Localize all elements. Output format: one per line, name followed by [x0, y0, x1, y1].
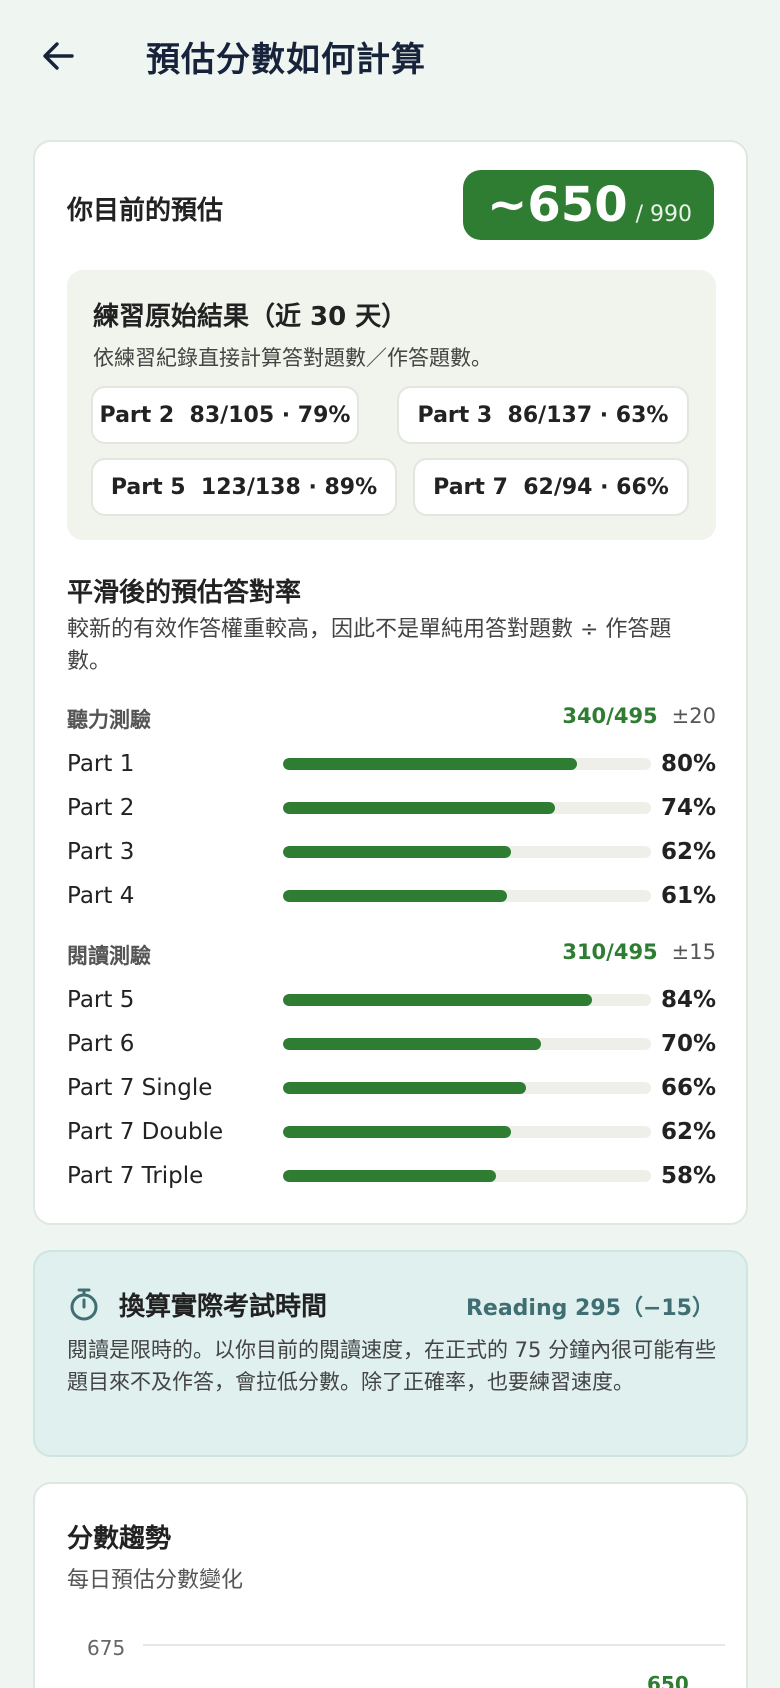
stopwatch-icon [70, 1288, 98, 1321]
raw-results-subtitle: 依練習紀錄直接計算答對題數／作答題數。 [93, 346, 492, 370]
header: 預估分數如何計算 [0, 0, 780, 118]
listening-row: Part 2 74% [67, 792, 716, 824]
bar-track [283, 1038, 651, 1050]
bar-label: Part 5 [67, 987, 135, 1013]
timing-card: 換算實際考試時間 Reading 295（−15） 閱讀是限時的。以你目前的閱讀… [33, 1250, 748, 1457]
bar-fill [283, 846, 512, 858]
bar-label: Part 7 Triple [67, 1163, 204, 1189]
reading-row: Part 6 70% [67, 1028, 716, 1060]
bar-track [283, 890, 651, 902]
bar-fill [283, 994, 593, 1006]
trend-card: 分數趨勢 每日預估分數變化 675 650 [33, 1482, 748, 1688]
smoothed-title: 平滑後的預估答對率 [67, 578, 302, 608]
bar-percent: 70% [660, 1031, 716, 1057]
listening-row: Part 4 61% [67, 880, 716, 912]
bar-percent: 74% [660, 795, 716, 821]
bar-label: Part 2 [67, 795, 135, 821]
listening-header: 聽力測驗 340/495 ±20 [67, 704, 716, 734]
bar-percent: 58% [660, 1163, 716, 1189]
raw-results-title: 練習原始結果（近 30 天） [93, 302, 408, 332]
arrow-left-icon [43, 42, 74, 70]
score-value: ~650 [487, 177, 628, 233]
bar-label: Part 7 Single [67, 1075, 213, 1101]
back-button[interactable] [36, 34, 80, 78]
bar-track [283, 802, 651, 814]
bar-percent: 62% [660, 839, 716, 865]
bar-percent: 61% [660, 883, 716, 909]
reading-score: 310/495 [562, 940, 658, 964]
listening-row: Part 1 80% [67, 748, 716, 780]
reading-row: Part 7 Single 66% [67, 1072, 716, 1104]
bar-label: Part 3 [67, 839, 135, 865]
raw-chip-part7: Part 7 62/94 · 66% [413, 458, 689, 516]
trend-title: 分數趨勢 [67, 1524, 172, 1554]
bar-percent: 80% [660, 751, 716, 777]
bar-label: Part 7 Double [67, 1119, 224, 1145]
bar-track [283, 758, 651, 770]
bar-label: Part 1 [67, 751, 135, 777]
listening-name: 聽力測驗 [67, 708, 151, 732]
bar-percent: 62% [660, 1119, 716, 1145]
listening-row: Part 3 62% [67, 836, 716, 868]
raw-chip-part5: Part 5 123/138 · 89% [91, 458, 397, 516]
page-title: 預估分數如何計算 [146, 40, 426, 80]
raw-results-box: 練習原始結果（近 30 天） 依練習紀錄直接計算答對題數／作答題數。 Part … [67, 270, 716, 540]
listening-margin: ±20 [671, 704, 716, 728]
trend-subtitle: 每日預估分數變化 [67, 1568, 244, 1593]
listening-score: 340/495 [562, 704, 658, 728]
reading-row: Part 7 Double 62% [67, 1116, 716, 1148]
reading-name: 閱讀測驗 [67, 944, 151, 968]
reading-header: 閱讀測驗 310/495 ±15 [67, 940, 716, 970]
estimate-label: 你目前的預估 [67, 196, 224, 226]
trend-y-tick: 675 [87, 1636, 126, 1660]
bar-label: Part 4 [67, 883, 135, 909]
estimate-card: 你目前的預估 ~650 / 990 練習原始結果（近 30 天） 依練習紀錄直接… [33, 140, 748, 1225]
bar-fill [283, 1126, 512, 1138]
bar-fill [283, 1082, 526, 1094]
trend-last-value: 650 [647, 1672, 689, 1688]
bar-percent: 66% [660, 1075, 716, 1101]
timing-body: 閱讀是限時的。以你目前的閱讀速度，在正式的 75 分鐘內很可能有些題目來不及作答… [67, 1338, 717, 1394]
reading-row: Part 5 84% [67, 984, 716, 1016]
raw-chip-part2: Part 2 83/105 · 79% [91, 386, 359, 444]
bar-track [283, 994, 651, 1006]
score-badge: ~650 / 990 [463, 170, 714, 240]
reading-row: Part 7 Triple 58% [67, 1160, 716, 1192]
trend-gridline [143, 1644, 725, 1646]
bar-track [283, 1082, 651, 1094]
bar-fill [283, 802, 556, 814]
bar-track [283, 1170, 651, 1182]
bar-fill [283, 1038, 541, 1050]
reading-margin: ±15 [671, 940, 716, 964]
bar-track [283, 846, 651, 858]
bar-fill [283, 1170, 497, 1182]
smoothed-subtitle: 較新的有效作答權重較高，因此不是單純用答對題數 ÷ 作答題數。 [67, 617, 672, 674]
bar-track [283, 1126, 651, 1138]
bar-fill [283, 758, 578, 770]
timing-reading-adjusted: Reading 295（−15） [465, 1296, 714, 1321]
timing-title: 換算實際考試時間 [119, 1292, 328, 1322]
bar-percent: 84% [660, 987, 716, 1013]
bar-fill [283, 890, 508, 902]
bar-label: Part 6 [67, 1031, 135, 1057]
raw-chip-part3: Part 3 86/137 · 63% [397, 386, 689, 444]
score-max: / 990 [635, 202, 692, 227]
